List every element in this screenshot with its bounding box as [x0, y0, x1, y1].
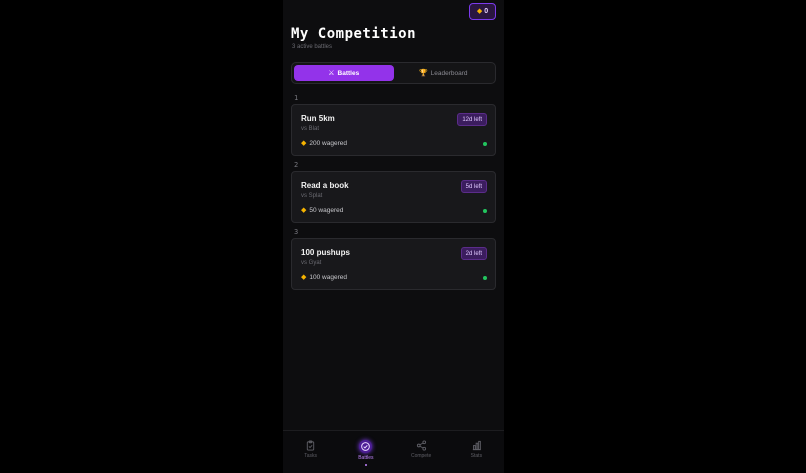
status-dot — [483, 142, 487, 146]
tab-battles[interactable]: ⚔ Battles — [294, 65, 394, 81]
nav-item-tasks[interactable]: Tasks — [283, 431, 338, 473]
active-dot — [364, 464, 367, 466]
nav-label: Battles — [358, 455, 374, 461]
tab-bar: ⚔ Battles 🏆 Leaderboard — [291, 62, 496, 84]
battle-rank: 1 — [294, 94, 299, 102]
crossed-swords-icon: ⚔ — [328, 70, 335, 77]
wager-amount: 50 wagered — [309, 207, 344, 214]
nav-label: Stats — [470, 453, 483, 459]
bottom-nav: Tasks Battles Compete Stats — [283, 430, 504, 473]
nav-item-compete[interactable]: Compete — [394, 431, 449, 473]
nav-item-battles[interactable]: Battles — [338, 431, 393, 473]
battle-rank: 2 — [294, 161, 299, 169]
trophy-icon: 🏆 — [418, 70, 428, 77]
status-dot — [483, 276, 487, 280]
coin-icon: ◆ — [301, 207, 307, 214]
battle-title: Read a book — [301, 181, 349, 190]
time-left-badge: 12d left — [457, 113, 487, 126]
battle-rank: 3 — [294, 228, 299, 236]
check-circle-icon — [361, 442, 371, 451]
tab-label: Battles — [337, 69, 360, 77]
clipboard-check-icon — [306, 440, 315, 451]
nav-item-stats[interactable]: Stats — [449, 431, 504, 473]
battle-opponent: vs Splat — [301, 193, 323, 199]
coin-balance: 0 — [484, 8, 489, 15]
tab-leaderboard[interactable]: 🏆 Leaderboard — [394, 65, 494, 81]
battle-card[interactable]: 100 pushups vs Gyat ◆ 100 wagered 2d lef… — [291, 238, 496, 290]
coin-icon: ◆ — [476, 8, 483, 15]
page-title: My Competition — [291, 26, 417, 42]
battle-wager: ◆ 100 wagered — [301, 274, 347, 281]
battle-card[interactable]: Run 5km vs Blat ◆ 200 wagered 12d left — [291, 104, 496, 156]
battle-card[interactable]: Read a book vs Splat ◆ 50 wagered 5d lef… — [291, 171, 496, 223]
bar-chart-icon — [472, 440, 481, 451]
battle-wager: ◆ 50 wagered — [301, 207, 343, 214]
coin-icon: ◆ — [301, 274, 307, 281]
wager-amount: 200 wagered — [309, 140, 347, 147]
tab-label: Leaderboard — [430, 69, 468, 77]
wager-amount: 100 wagered — [309, 274, 347, 281]
status-dot — [483, 209, 487, 213]
app-screen: ◆ 0 My Competition 3 active battles ⚔ Ba… — [283, 0, 504, 473]
battle-opponent: vs Blat — [301, 126, 320, 132]
active-indicator — [359, 440, 373, 453]
nav-label: Compete — [410, 453, 432, 459]
time-left-badge: 5d left — [460, 180, 487, 193]
battle-wager: ◆ 200 wagered — [301, 140, 347, 147]
share-icon — [416, 440, 426, 451]
page-subtitle: 3 active battles — [292, 44, 333, 50]
battle-title: Run 5km — [301, 114, 335, 123]
nav-label: Tasks — [304, 453, 318, 459]
coin-icon: ◆ — [301, 140, 307, 147]
coin-balance-badge[interactable]: ◆ 0 — [469, 3, 496, 20]
battle-title: 100 pushups — [301, 248, 350, 257]
battle-opponent: vs Gyat — [301, 260, 322, 266]
time-left-badge: 2d left — [460, 247, 487, 260]
